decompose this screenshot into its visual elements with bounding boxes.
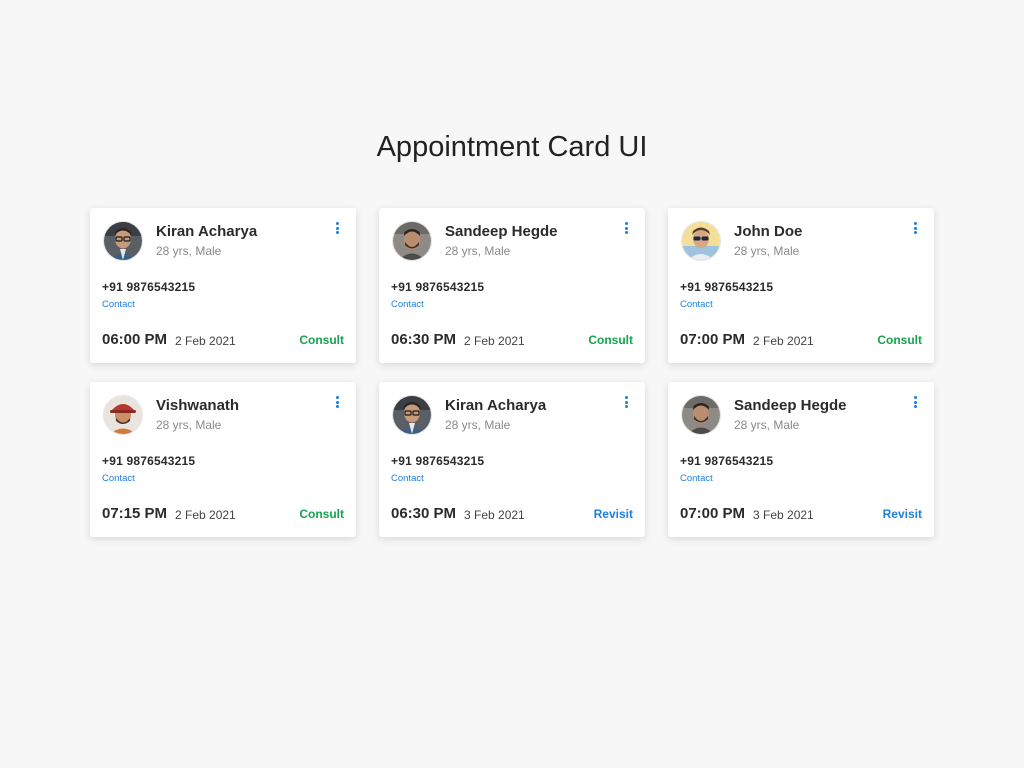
phone-number: +91 9876543215 <box>102 280 196 294</box>
page-title: Appointment Card UI <box>376 131 648 163</box>
avatar-man-beard-icon <box>392 221 432 261</box>
avatar-man-glasses-icon <box>392 395 432 435</box>
appointment-date: 2 Feb 2021 <box>175 334 236 348</box>
more-options-icon[interactable] <box>332 396 342 412</box>
appointment-card: Kiran Acharya 28 yrs, Male +91 987654321… <box>379 382 645 537</box>
contact-link[interactable]: Contact <box>102 299 135 310</box>
more-options-icon[interactable] <box>621 222 631 238</box>
appointment-date: 2 Feb 2021 <box>175 508 236 522</box>
patient-name: Vishwanath <box>156 397 240 414</box>
patient-meta: 28 yrs, Male <box>445 244 511 258</box>
more-options-icon[interactable] <box>910 222 920 238</box>
more-options-icon[interactable] <box>621 396 631 412</box>
avatar-man-hat-icon <box>103 395 143 435</box>
appointment-time: 07:00 PM <box>680 331 746 348</box>
patient-meta: 28 yrs, Male <box>734 418 800 432</box>
avatar-man-sunglasses-icon <box>681 221 721 261</box>
contact-link[interactable]: Contact <box>102 473 135 484</box>
patient-meta: 28 yrs, Male <box>156 418 222 432</box>
patient-name: Sandeep Hegde <box>734 397 847 414</box>
patient-meta: 28 yrs, Male <box>156 244 222 258</box>
appointment-time: 06:00 PM <box>102 331 168 348</box>
phone-number: +91 9876543215 <box>391 280 485 294</box>
appointment-date: 3 Feb 2021 <box>753 508 814 522</box>
appointment-time: 06:30 PM <box>391 331 457 348</box>
revisit-button[interactable]: Revisit <box>594 507 633 521</box>
contact-link[interactable]: Contact <box>391 299 424 310</box>
appointment-card: John Doe 28 yrs, Male +91 9876543215 Con… <box>668 208 934 363</box>
appointment-card: Sandeep Hegde 28 yrs, Male +91 987654321… <box>379 208 645 363</box>
patient-meta: 28 yrs, Male <box>734 244 800 258</box>
patient-meta: 28 yrs, Male <box>445 418 511 432</box>
consult-button[interactable]: Consult <box>299 507 344 521</box>
avatar-man-glasses-icon <box>103 221 143 261</box>
contact-link[interactable]: Contact <box>391 473 424 484</box>
appointment-card: Kiran Acharya 28 yrs, Male +91 987654321… <box>90 208 356 363</box>
page: Appointment Card UI Kiran Acharya 28 yrs… <box>0 0 1024 768</box>
patient-name: John Doe <box>734 223 803 240</box>
revisit-button[interactable]: Revisit <box>883 507 922 521</box>
appointment-card: Vishwanath 28 yrs, Male +91 9876543215 C… <box>90 382 356 537</box>
appointment-time: 07:15 PM <box>102 505 168 522</box>
appointment-date: 2 Feb 2021 <box>464 334 525 348</box>
more-options-icon[interactable] <box>910 396 920 412</box>
consult-button[interactable]: Consult <box>299 333 344 347</box>
appointment-grid: Kiran Acharya 28 yrs, Male +91 987654321… <box>90 208 934 537</box>
consult-button[interactable]: Consult <box>588 333 633 347</box>
appointment-date: 2 Feb 2021 <box>753 334 814 348</box>
phone-number: +91 9876543215 <box>102 454 196 468</box>
phone-number: +91 9876543215 <box>391 454 485 468</box>
patient-name: Sandeep Hegde <box>445 223 558 240</box>
phone-number: +91 9876543215 <box>680 454 774 468</box>
contact-link[interactable]: Contact <box>680 299 713 310</box>
contact-link[interactable]: Contact <box>680 473 713 484</box>
patient-name: Kiran Acharya <box>445 397 547 414</box>
avatar-man-beard-icon <box>681 395 721 435</box>
appointment-card: Sandeep Hegde 28 yrs, Male +91 987654321… <box>668 382 934 537</box>
patient-name: Kiran Acharya <box>156 223 258 240</box>
more-options-icon[interactable] <box>332 222 342 238</box>
appointment-date: 3 Feb 2021 <box>464 508 525 522</box>
phone-number: +91 9876543215 <box>680 280 774 294</box>
appointment-time: 06:30 PM <box>391 505 457 522</box>
appointment-time: 07:00 PM <box>680 505 746 522</box>
consult-button[interactable]: Consult <box>877 333 922 347</box>
